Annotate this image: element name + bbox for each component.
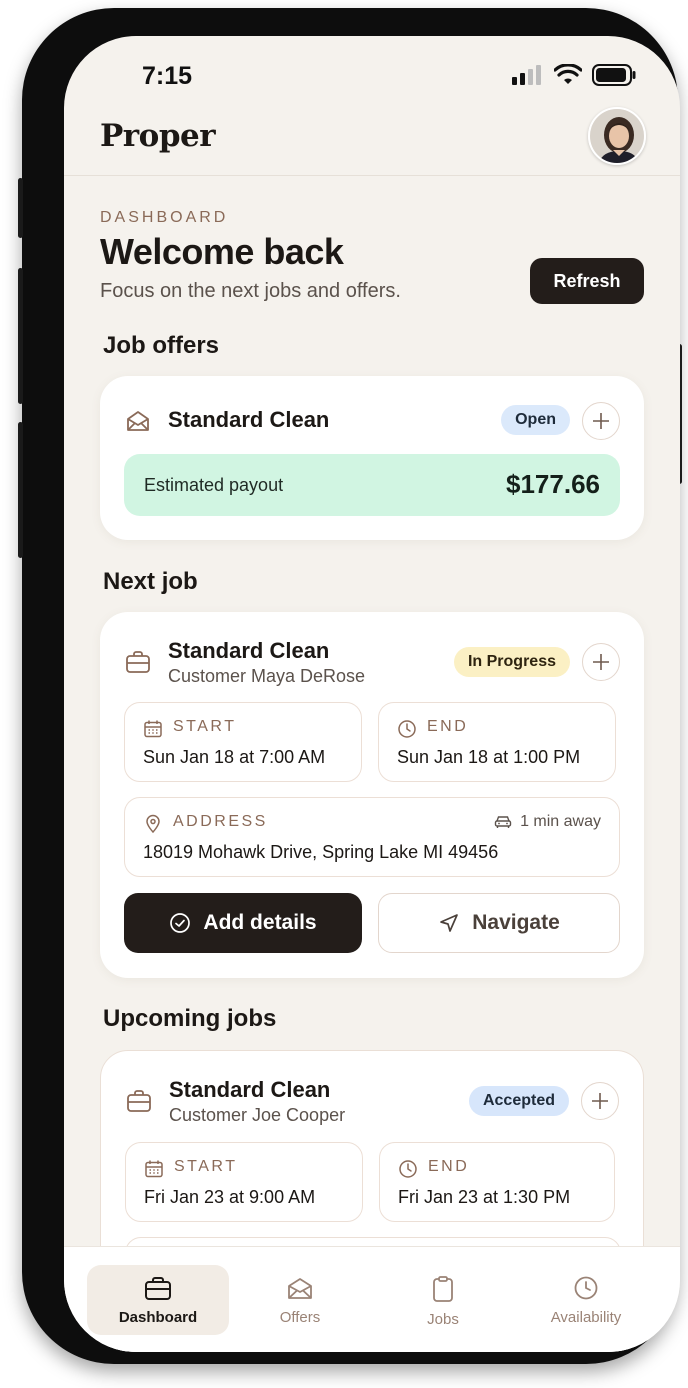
start-time-box: START Sun Jan 18 at 7:00 AM [124, 702, 362, 782]
tab-availability[interactable]: Availability [515, 1265, 657, 1335]
start-label: START [174, 1158, 238, 1175]
next-job-title: Standard Clean [168, 638, 330, 663]
end-value: Sun Jan 18 at 1:00 PM [397, 747, 581, 767]
end-value: Fri Jan 23 at 1:30 PM [398, 1187, 571, 1207]
app-screen: 7:15 Proper DASHBOARD Welcome back Focus… [64, 36, 680, 1352]
address-value: 18019 Mohawk Drive, Spring Lake MI 49456 [143, 842, 499, 862]
upcoming-jobs-heading: Upcoming jobs [103, 1005, 277, 1032]
expand-offer-button[interactable] [582, 402, 620, 440]
end-label: END [427, 718, 469, 735]
silent-switch [18, 178, 23, 238]
calendar-icon [145, 1160, 163, 1178]
tab-label: Availability [550, 1309, 622, 1326]
payout-value: $177.66 [506, 469, 600, 499]
phone-frame: 7:15 Proper DASHBOARD Welcome back Focus… [18, 8, 682, 1364]
volume-up-button [18, 268, 23, 404]
payout-banner: Estimated payout $177.66 [124, 454, 620, 516]
battery-icon [592, 64, 636, 86]
expand-next-job-button[interactable] [582, 643, 620, 681]
status-badge: Accepted [468, 1086, 569, 1116]
add-details-button[interactable]: Add details [124, 893, 362, 953]
offer-title: Standard Clean [168, 407, 330, 432]
tab-dashboard[interactable]: Dashboard [87, 1265, 229, 1335]
add-details-label: Add details [203, 911, 317, 934]
briefcase-icon [127, 1090, 151, 1112]
address-label: ADDRESS [173, 813, 268, 830]
next-job-card[interactable]: Standard Clean Customer Maya DeRose In P… [100, 612, 644, 978]
upcoming-job-customer: Customer Joe Cooper [169, 1105, 346, 1125]
briefcase-icon [126, 651, 150, 673]
job-offers-heading: Job offers [103, 332, 220, 359]
end-label: END [428, 1158, 470, 1175]
refresh-button[interactable]: Refresh [530, 258, 644, 304]
start-value: Sun Jan 18 at 7:00 AM [143, 747, 326, 767]
page-eyebrow: DASHBOARD [100, 209, 229, 226]
clock-icon [399, 1160, 417, 1178]
clipboard-icon [433, 1276, 453, 1302]
navigate-label: Navigate [472, 911, 560, 934]
upcoming-job-title: Standard Clean [169, 1077, 331, 1102]
plus-icon [592, 1093, 608, 1109]
bottom-tab-bar: Dashboard Offers Jobs Availability [64, 1246, 680, 1352]
travel-time: 1 min away [494, 813, 601, 831]
plus-icon [593, 654, 609, 670]
travel-time-text: 1 min away [520, 813, 601, 830]
tab-label: Dashboard [118, 1309, 198, 1326]
envelope-icon [127, 411, 149, 431]
start-value: Fri Jan 23 at 9:00 AM [144, 1187, 316, 1207]
start-time-box: START Fri Jan 23 at 9:00 AM [125, 1142, 363, 1222]
end-time-box: END Fri Jan 23 at 1:30 PM [379, 1142, 615, 1222]
expand-upcoming-job-button[interactable] [581, 1082, 619, 1120]
status-badge: Open [501, 405, 570, 435]
volume-down-button [18, 422, 23, 558]
plus-icon [593, 413, 609, 429]
start-label: START [173, 718, 237, 735]
navigation-arrow-icon [440, 914, 459, 932]
car-icon [494, 816, 512, 828]
brand-logo[interactable]: Proper [100, 118, 216, 154]
wifi-icon [554, 64, 582, 84]
user-avatar[interactable] [588, 107, 646, 165]
cellular-signal-icon [512, 65, 541, 85]
status-icons [512, 64, 636, 86]
next-job-customer: Customer Maya DeRose [168, 666, 366, 686]
clock-icon [398, 720, 416, 738]
map-pin-icon [146, 814, 160, 834]
check-circle-icon [170, 913, 191, 933]
navigate-button[interactable]: Navigate [378, 893, 620, 953]
tab-label: Offers [279, 1309, 321, 1326]
payout-label: Estimated payout [144, 475, 284, 495]
tab-label: Jobs [427, 1311, 459, 1328]
app-header: Proper [64, 106, 680, 176]
job-offer-card[interactable]: Standard Clean Open Estimated payout $17… [100, 376, 644, 540]
tab-offers[interactable]: Offers [229, 1265, 371, 1335]
page-subtitle: Focus on the next jobs and offers. [100, 280, 401, 302]
envelope-icon [288, 1278, 312, 1299]
end-time-box: END Sun Jan 18 at 1:00 PM [378, 702, 616, 782]
address-box[interactable]: ADDRESS 1 min away 18019 Mohawk Drive, S… [124, 797, 620, 877]
next-job-heading: Next job [103, 568, 198, 595]
status-badge: In Progress [453, 647, 570, 677]
status-time: 7:15 [142, 62, 193, 90]
page-title: Welcome back [100, 231, 344, 272]
tab-jobs[interactable]: Jobs [372, 1265, 514, 1335]
briefcase-icon [145, 1277, 171, 1300]
clock-icon [574, 1276, 598, 1300]
calendar-icon [144, 720, 162, 738]
